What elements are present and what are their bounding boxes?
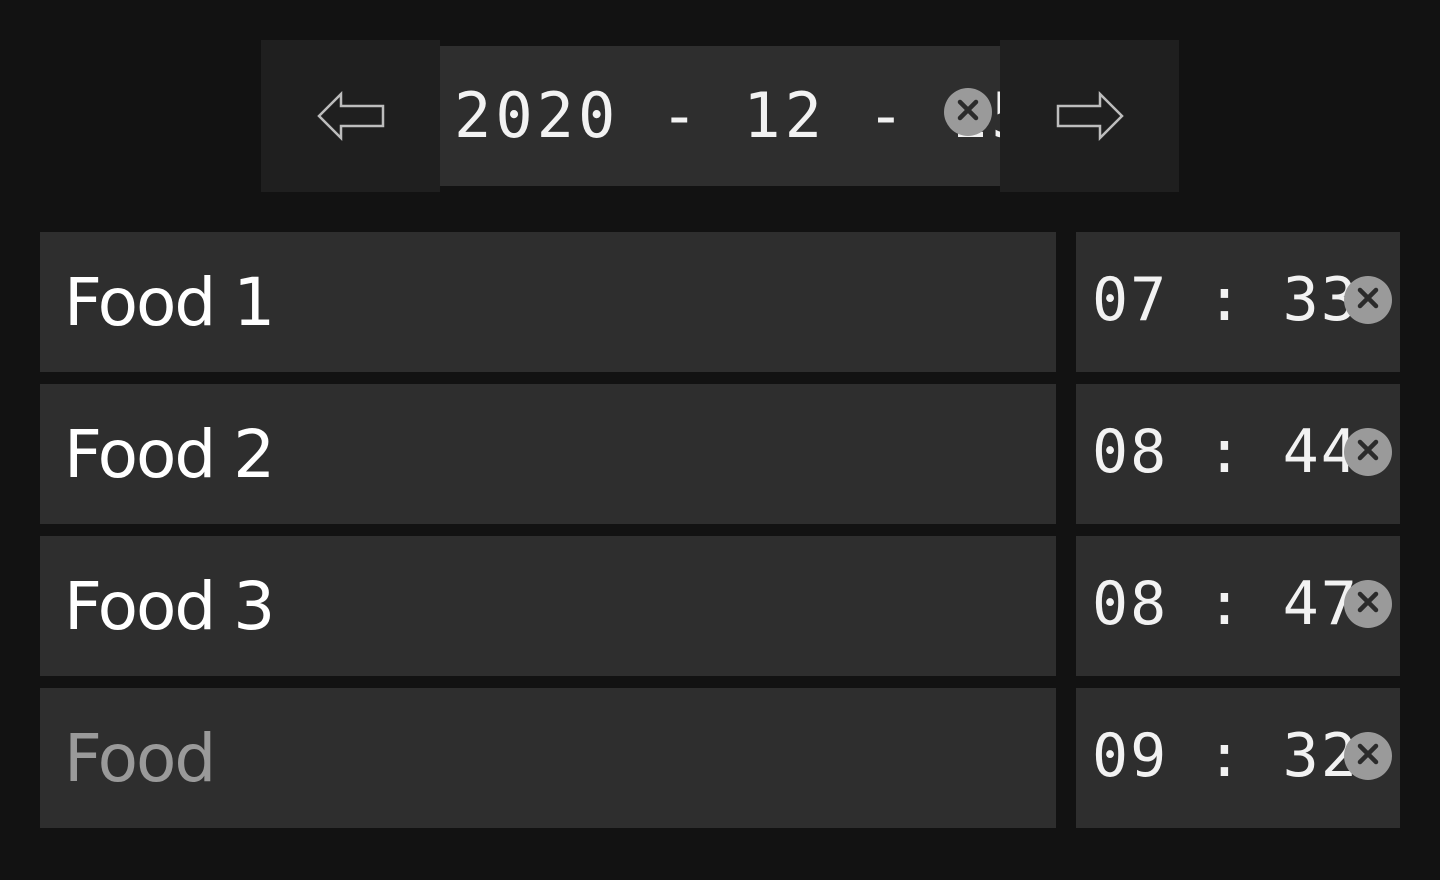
clear-time-button[interactable] xyxy=(1344,428,1392,476)
time-field[interactable]: 08 : 44 xyxy=(1076,384,1400,524)
clear-time-button[interactable] xyxy=(1344,276,1392,324)
clear-circle-x-icon xyxy=(1356,438,1380,466)
time-field[interactable]: 09 : 32 xyxy=(1076,688,1400,828)
food-entry-row: 07 : 33 xyxy=(40,232,1400,372)
food-name-input[interactable] xyxy=(40,536,1056,676)
previous-day-button[interactable] xyxy=(261,40,440,192)
date-field[interactable]: 2020 - 12 - 15 xyxy=(440,46,1029,186)
date-navigation: 2020 - 12 - 15 xyxy=(261,40,1179,192)
next-day-button[interactable] xyxy=(1000,40,1179,192)
food-entry-row: 08 : 47 xyxy=(40,536,1400,676)
clear-circle-x-icon xyxy=(956,98,980,126)
clear-circle-x-icon xyxy=(1356,286,1380,314)
clear-circle-x-icon xyxy=(1356,742,1380,770)
time-value[interactable]: 09 : 32 xyxy=(1092,688,1359,828)
food-entry-list: 07 : 33 08 : 44 xyxy=(40,232,1400,840)
clear-time-button[interactable] xyxy=(1344,580,1392,628)
food-name-input[interactable] xyxy=(40,384,1056,524)
time-value[interactable]: 08 : 44 xyxy=(1092,384,1359,524)
arrow-left-outline-icon xyxy=(316,90,385,142)
food-name-input[interactable] xyxy=(40,688,1056,828)
arrow-right-outline-icon xyxy=(1056,90,1124,142)
clear-date-button[interactable] xyxy=(944,88,992,136)
time-field[interactable]: 08 : 47 xyxy=(1076,536,1400,676)
time-value[interactable]: 08 : 47 xyxy=(1092,536,1359,676)
time-field[interactable]: 07 : 33 xyxy=(1076,232,1400,372)
time-value[interactable]: 07 : 33 xyxy=(1092,232,1359,372)
food-entry-row: 08 : 44 xyxy=(40,384,1400,524)
food-entry-row-new: 09 : 32 xyxy=(40,688,1400,828)
clear-time-button[interactable] xyxy=(1344,732,1392,780)
food-name-input[interactable] xyxy=(40,232,1056,372)
food-log-app: 2020 - 12 - 15 07 : 33 xyxy=(0,0,1440,880)
clear-circle-x-icon xyxy=(1356,590,1380,618)
